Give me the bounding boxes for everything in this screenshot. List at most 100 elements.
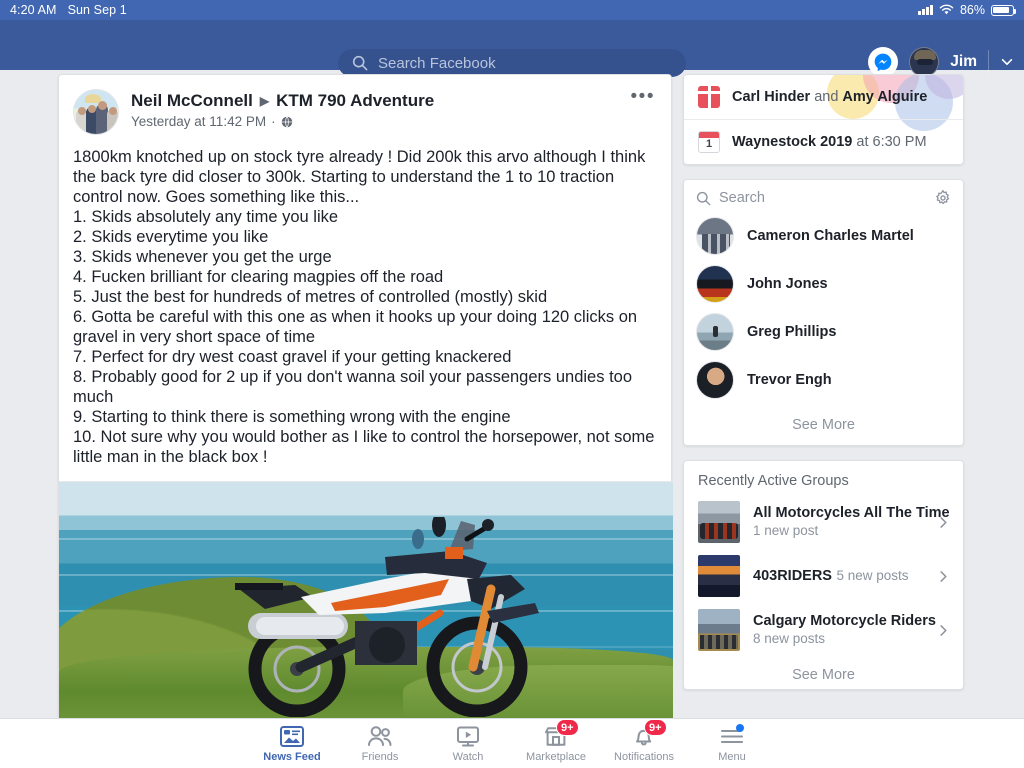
right-sidebar: Carl Hinder and Amy Alguire 1 Waynestock… bbox=[683, 74, 964, 690]
list-item[interactable]: All Motorcycles All The Time 1 new post bbox=[684, 495, 963, 549]
tab-label: Marketplace bbox=[526, 751, 586, 763]
groups-see-more-button[interactable]: See More bbox=[684, 657, 963, 689]
list-item[interactable]: Greg Phillips bbox=[684, 308, 963, 356]
avatar bbox=[696, 217, 734, 255]
post-author-name[interactable]: Neil McConnell bbox=[131, 91, 253, 111]
post-author-avatar[interactable] bbox=[73, 89, 119, 135]
tab-notifications[interactable]: 9+ Notifications bbox=[600, 719, 688, 763]
wifi-icon bbox=[939, 4, 954, 15]
list-item[interactable]: Calgary Motorcycle Riders 8 new posts bbox=[684, 603, 963, 657]
post-meta: Neil McConnell ▶ KTM 790 Adventure Yeste… bbox=[131, 89, 434, 129]
post-header: Neil McConnell ▶ KTM 790 Adventure Yeste… bbox=[59, 75, 671, 135]
event-text: Waynestock 2019 at 6:30 PM bbox=[732, 134, 927, 150]
group-new-posts: 1 new post bbox=[753, 523, 819, 538]
post-card: Neil McConnell ▶ KTM 790 Adventure Yeste… bbox=[58, 74, 673, 722]
hamburger-menu-icon bbox=[719, 724, 745, 748]
groups-title: Recently Active Groups bbox=[698, 473, 849, 489]
tab-label: Menu bbox=[718, 751, 746, 763]
bottom-tab-bar: News Feed Friends Watch 9+ Marketplace 9… bbox=[0, 718, 1024, 768]
status-badge: 9+ bbox=[556, 719, 579, 736]
group-name: All Motorcycles All The Time bbox=[753, 505, 950, 521]
bell-icon: 9+ bbox=[631, 719, 667, 748]
recently-active-groups-card: Recently Active Groups All Motorcycles A… bbox=[683, 460, 964, 690]
event-row[interactable]: 1 Waynestock 2019 at 6:30 PM bbox=[684, 119, 963, 164]
group-text: Calgary Motorcycle Riders 8 new posts bbox=[753, 612, 936, 648]
contacts-see-more-button[interactable]: See More bbox=[684, 404, 963, 445]
birthday-row[interactable]: Carl Hinder and Amy Alguire bbox=[684, 75, 963, 119]
birthday-conjunction: and bbox=[810, 89, 843, 105]
account-name[interactable]: Jim bbox=[950, 53, 977, 71]
caret-right-icon: ▶ bbox=[259, 94, 270, 108]
page-content: Neil McConnell ▶ KTM 790 Adventure Yeste… bbox=[0, 70, 1024, 722]
ellipsis-icon[interactable]: ••• bbox=[631, 87, 655, 106]
post-body-text: 1800km knotched up on stock tyre already… bbox=[73, 148, 655, 466]
calendar-icon: 1 bbox=[698, 131, 720, 153]
avatar bbox=[696, 265, 734, 303]
post-group-name[interactable]: KTM 790 Adventure bbox=[276, 91, 434, 111]
chevron-right-icon[interactable] bbox=[938, 624, 949, 636]
contacts-search-placeholder: Search bbox=[719, 190, 765, 206]
birthday-name-1[interactable]: Carl Hinder bbox=[732, 89, 810, 105]
event-name[interactable]: Waynestock 2019 bbox=[732, 134, 852, 150]
friends-icon bbox=[367, 724, 393, 748]
ios-status-bar: 4:20 AM Sun Sep 1 86% bbox=[0, 0, 1024, 20]
app-header: Search Facebook Jim bbox=[0, 20, 1024, 77]
gift-icon bbox=[698, 86, 720, 108]
tab-label: Friends bbox=[361, 751, 399, 763]
search-icon bbox=[696, 191, 711, 205]
event-time: at 6:30 PM bbox=[852, 134, 927, 150]
group-thumbnail bbox=[698, 555, 740, 597]
list-item[interactable]: Trevor Engh bbox=[684, 356, 963, 404]
chevron-right-icon[interactable] bbox=[938, 570, 949, 582]
post-meta-separator: · bbox=[271, 114, 276, 129]
battery-icon bbox=[991, 4, 1017, 16]
birthday-text: Carl Hinder and Amy Alguire bbox=[732, 89, 927, 105]
search-placeholder: Search Facebook bbox=[378, 54, 496, 72]
list-item[interactable]: 403RIDERS 5 new posts bbox=[684, 549, 963, 603]
contact-name: Cameron Charles Martel bbox=[747, 228, 914, 244]
status-badge: 9+ bbox=[644, 719, 667, 736]
group-name: Calgary Motorcycle Riders bbox=[753, 613, 936, 629]
contact-name: John Jones bbox=[747, 276, 828, 292]
tab-news-feed[interactable]: News Feed bbox=[248, 724, 336, 763]
tab-friends[interactable]: Friends bbox=[336, 724, 424, 763]
motorcycle-graphic bbox=[235, 517, 539, 717]
tab-label: News Feed bbox=[263, 751, 321, 763]
birthdays-events-card: Carl Hinder and Amy Alguire 1 Waynestock… bbox=[683, 74, 964, 165]
contact-name: Trevor Engh bbox=[747, 372, 832, 388]
group-text: 403RIDERS 5 new posts bbox=[753, 567, 925, 585]
post-timestamp[interactable]: Yesterday at 11:42 PM bbox=[131, 114, 266, 129]
chevron-right-icon[interactable] bbox=[938, 516, 949, 528]
tab-marketplace[interactable]: 9+ Marketplace bbox=[512, 719, 600, 763]
contact-name: Greg Phillips bbox=[747, 324, 837, 340]
group-thumbnail bbox=[698, 501, 740, 543]
news-feed-column: Neil McConnell ▶ KTM 790 Adventure Yeste… bbox=[58, 74, 673, 722]
birthday-name-2[interactable]: Amy Alguire bbox=[842, 89, 927, 105]
battery-percent: 86% bbox=[959, 3, 985, 17]
group-new-posts: 8 new posts bbox=[753, 631, 826, 646]
calendar-day: 1 bbox=[705, 138, 713, 150]
tab-list: News Feed Friends Watch 9+ Marketplace 9… bbox=[248, 719, 776, 763]
group-thumbnail bbox=[698, 609, 740, 651]
post-photo[interactable] bbox=[59, 481, 673, 721]
contacts-search-row[interactable]: Search bbox=[684, 180, 963, 212]
chevron-down-icon[interactable] bbox=[1000, 55, 1014, 69]
group-new-posts: 5 new posts bbox=[836, 568, 909, 583]
list-item[interactable]: John Jones bbox=[684, 260, 963, 308]
group-name: 403RIDERS bbox=[753, 568, 832, 584]
news-feed-icon bbox=[279, 724, 305, 748]
status-indicators: 86% bbox=[918, 3, 1017, 17]
gear-icon[interactable] bbox=[935, 190, 951, 206]
avatar bbox=[696, 361, 734, 399]
status-time: 4:20 AM bbox=[10, 3, 57, 17]
list-item[interactable]: Cameron Charles Martel bbox=[684, 212, 963, 260]
avatar bbox=[696, 313, 734, 351]
status-date: Sun Sep 1 bbox=[67, 3, 127, 17]
globe-icon[interactable] bbox=[281, 115, 293, 128]
watch-video-icon bbox=[455, 724, 481, 748]
group-text: All Motorcycles All The Time 1 new post bbox=[753, 504, 950, 540]
tab-watch[interactable]: Watch bbox=[424, 724, 512, 763]
contacts-card: Search Cameron Charles Martel John Jones… bbox=[683, 179, 964, 446]
tab-menu[interactable]: Menu bbox=[688, 724, 776, 763]
search-icon bbox=[352, 55, 368, 71]
